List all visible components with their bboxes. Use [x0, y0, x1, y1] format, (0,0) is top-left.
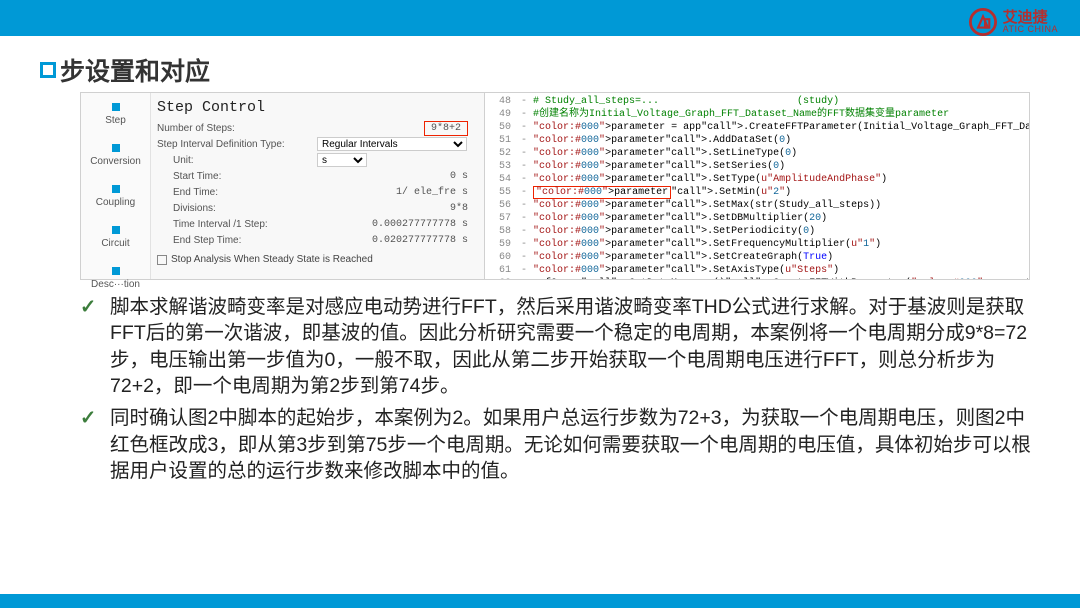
code-line: 59 - "color:#000">parameter"call">.SetFr… — [489, 238, 1025, 251]
row-end: End Time:1/ ele_fre s — [157, 184, 476, 200]
brand-name-cn: 艾迪捷 — [1003, 10, 1058, 25]
row-endstep: End Step Time:0.020277777778 s — [157, 232, 476, 248]
code-line: 54 - "color:#000">parameter"call">.SetTy… — [489, 173, 1025, 186]
panel-tabs: Step Conversion Coupling Circuit Desc···… — [81, 93, 151, 279]
code-line: 56 - "color:#000">parameter"call">.SetMa… — [489, 199, 1025, 212]
step-control-heading: Step Control — [157, 99, 476, 116]
unit-select[interactable]: s — [317, 153, 367, 167]
code-line: 48 - # Study_all_steps=... (study) — [489, 95, 1025, 108]
row-start: Start Time:0 s — [157, 168, 476, 184]
num-steps-value[interactable]: 9*8+2 — [424, 121, 468, 136]
code-line: 57 - "color:#000">parameter"call">.SetDB… — [489, 212, 1025, 225]
interval-def-select[interactable]: Regular Intervals — [317, 137, 467, 151]
divisions-value[interactable]: 9*8 — [317, 203, 476, 214]
brand-name-en: ATIC CHINA — [1003, 25, 1058, 34]
brand-logo: 艾迪捷 ATIC CHINA — [969, 8, 1058, 36]
tab-circuit[interactable]: Circuit — [81, 220, 150, 261]
explanation-list: ✓脚本求解谐波畸变率是对感应电动势进行FFT，然后采用谐波畸变率THD公式进行求… — [80, 294, 1035, 490]
brand-logo-icon — [969, 8, 997, 36]
step-control-body: Step Control Number of Steps: 9*8+2 Step… — [151, 93, 484, 279]
row-interval-def: Step Interval Definition Type: Regular I… — [157, 136, 476, 152]
code-line: 49 - #创建名称为Initial_Voltage_Graph_FFT_Dat… — [489, 108, 1025, 121]
step-control-panel: Step Conversion Coupling Circuit Desc···… — [80, 92, 485, 280]
row-div: Divisions:9*8 — [157, 200, 476, 216]
checkbox-icon — [157, 255, 167, 265]
end-time-value[interactable]: 1/ ele_fre s — [317, 187, 476, 198]
screenshot-area: Step Conversion Coupling Circuit Desc···… — [80, 92, 1030, 280]
code-line: 51 - "color:#000">parameter"call">.AddDa… — [489, 134, 1025, 147]
script-code-panel: 48 - # Study_all_steps=... (study)49 - #… — [485, 92, 1030, 280]
code-line: 58 - "color:#000">parameter"call">.SetPe… — [489, 225, 1025, 238]
row-unit: Unit:s — [157, 152, 476, 168]
check-icon: ✓ — [80, 294, 100, 399]
row-interval: Time Interval /1 Step:0.000277777778 s — [157, 216, 476, 232]
stop-analysis-checkbox[interactable]: Stop Analysis When Steady State is Reach… — [157, 254, 476, 265]
tab-step[interactable]: Step — [81, 97, 150, 138]
row-num-steps: Number of Steps: 9*8+2 — [157, 120, 476, 136]
bullet-1: ✓脚本求解谐波畸变率是对感应电动势进行FFT，然后采用谐波畸变率THD公式进行求… — [80, 294, 1035, 399]
start-time-value[interactable]: 0 s — [317, 171, 476, 182]
code-line: 53 - "color:#000">parameter"call">.SetSe… — [489, 160, 1025, 173]
tab-conversion[interactable]: Conversion — [81, 138, 150, 179]
slide-title: 步设置和对应 — [40, 52, 210, 88]
end-step-value: 0.020277777778 s — [317, 235, 476, 246]
tab-coupling[interactable]: Coupling — [81, 179, 150, 220]
title-bullet-icon — [40, 62, 56, 78]
slide-title-text: 步设置和对应 — [60, 52, 210, 88]
code-line: 52 - "color:#000">parameter"call">.SetLi… — [489, 147, 1025, 160]
code-line: 61 - "color:#000">parameter"call">.SetAx… — [489, 264, 1025, 277]
check-icon: ✓ — [80, 405, 100, 484]
code-line: 60 - "color:#000">parameter"call">.SetCr… — [489, 251, 1025, 264]
header-bar — [0, 0, 1080, 36]
footer-bar — [0, 594, 1080, 608]
bullet-2: ✓同时确认图2中脚本的起始步，本案例为2。如果用户总运行步数为72+3，为获取一… — [80, 405, 1035, 484]
code-line: 55 - "color:#000">parameter"call">.SetMi… — [489, 186, 1025, 199]
code-line: 62 - ref2=app"call">.GetDataManager()"ca… — [489, 277, 1025, 280]
time-interval-value: 0.000277777778 s — [317, 219, 476, 230]
code-line: 50 - "color:#000">parameter = app"call">… — [489, 121, 1025, 134]
